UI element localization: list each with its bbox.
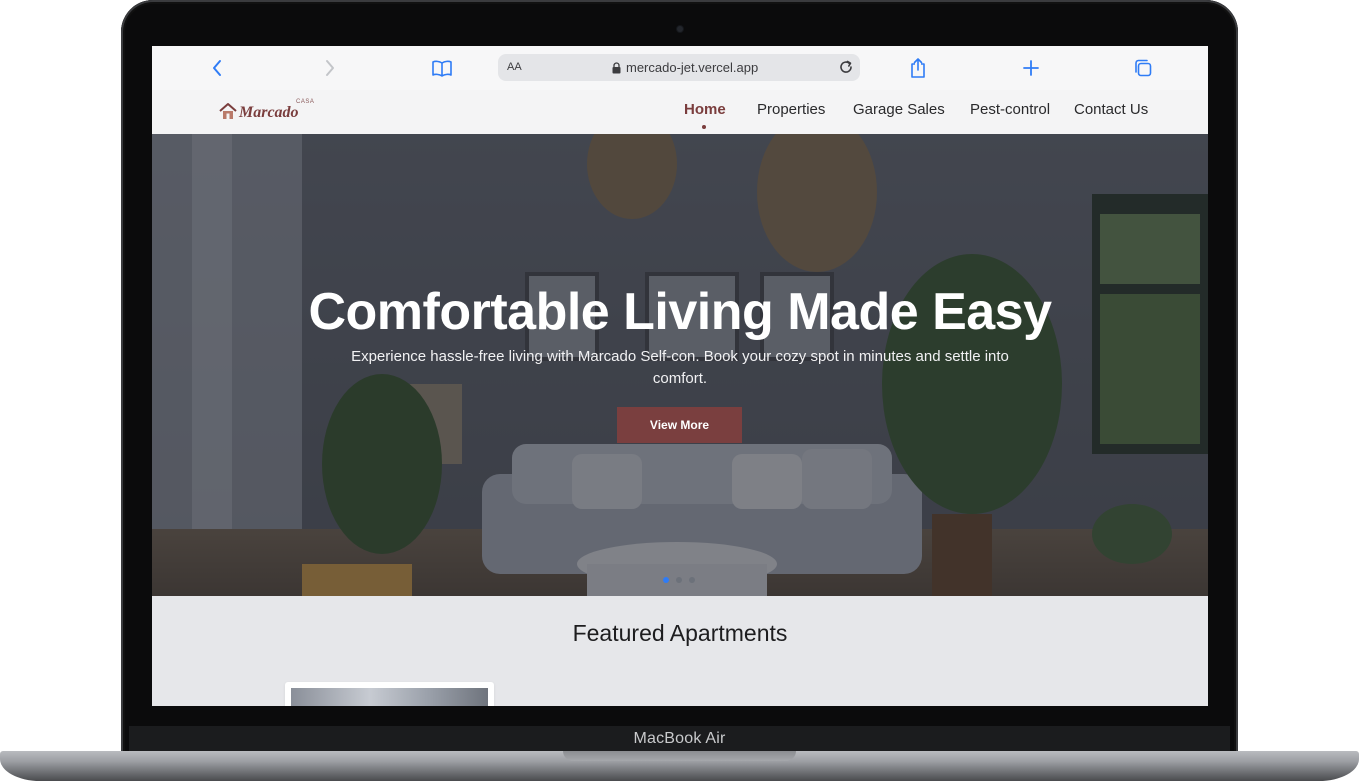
back-button[interactable] (205, 56, 229, 80)
address-bar[interactable]: AA mercado-jet.vercel.app (498, 54, 860, 81)
carousel-dot[interactable] (689, 577, 695, 583)
camera-icon (677, 26, 683, 32)
book-icon (432, 60, 452, 77)
carousel-dot[interactable] (676, 577, 682, 583)
tabs-icon (1135, 59, 1152, 77)
nav-properties[interactable]: Properties (757, 101, 825, 118)
nav-garage-sales[interactable]: Garage Sales (853, 101, 945, 118)
share-icon (911, 58, 925, 78)
nav-pest-control[interactable]: Pest-control (970, 101, 1050, 118)
laptop-notch (563, 751, 796, 761)
screen: AA mercado-jet.vercel.app Marcado CASA H… (152, 46, 1208, 706)
plus-icon (1023, 60, 1039, 76)
chevron-left-icon (213, 60, 221, 76)
carousel-dot[interactable] (663, 577, 669, 583)
url-text: mercado-jet.vercel.app (626, 60, 759, 75)
site-navbar: Marcado CASA Home Properties Garage Sale… (152, 90, 1208, 135)
share-button[interactable] (906, 56, 930, 80)
new-tab-button[interactable] (1019, 56, 1043, 80)
apartment-image (291, 688, 488, 706)
nav-contact-us[interactable]: Contact Us (1074, 101, 1148, 118)
hero-subtitle: Experience hassle-free living with Marca… (351, 348, 1009, 387)
logo-text: Marcado (239, 104, 299, 121)
device-label: MacBook Air (633, 730, 726, 747)
nav-active-indicator (702, 125, 706, 129)
hero-title: Comfortable Living Made Easy (308, 283, 1052, 341)
featured-apartments-heading: Featured Apartments (572, 620, 788, 646)
chevron-right-icon (326, 60, 334, 76)
text-size-button[interactable]: AA (507, 61, 522, 73)
tabs-button[interactable] (1131, 56, 1155, 80)
nav-home[interactable]: Home (684, 101, 726, 118)
lock-icon (612, 61, 621, 79)
view-more-button[interactable]: View More (617, 407, 742, 443)
browser-toolbar: AA mercado-jet.vercel.app (152, 46, 1208, 91)
hero-banner: Comfortable Living Made Easy Experience … (152, 134, 1208, 596)
reload-icon[interactable] (838, 59, 854, 80)
forward-button[interactable] (318, 56, 342, 80)
apartment-card[interactable] (285, 682, 494, 706)
house-logo-icon (219, 103, 237, 119)
bookmarks-button[interactable] (430, 56, 454, 80)
logo-sup: CASA (296, 99, 315, 105)
